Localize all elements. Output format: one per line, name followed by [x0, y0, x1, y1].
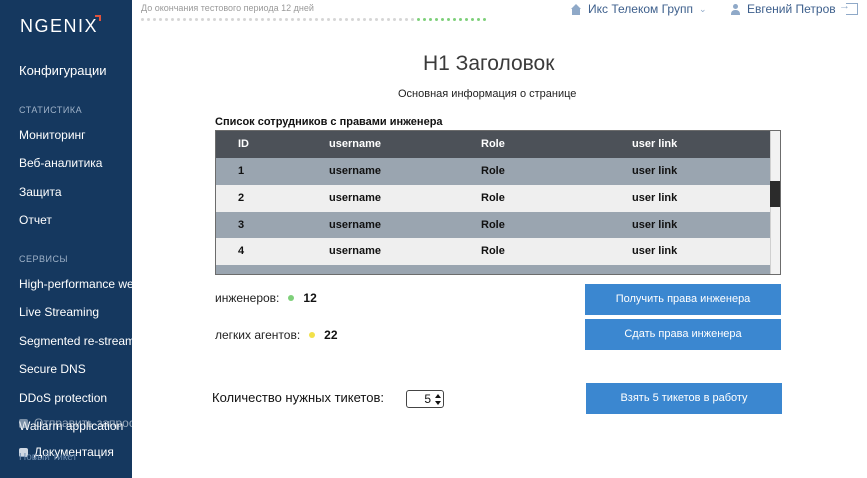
- cell-id: 3: [238, 219, 245, 231]
- table-row-partial: [216, 265, 770, 274]
- company-switcher[interactable]: Икс Телеком Групп ⌄: [570, 2, 707, 16]
- cell-user-link[interactable]: user link: [632, 238, 677, 265]
- status-dot-icon: [288, 295, 295, 301]
- logo-mark-icon: [95, 15, 101, 21]
- engineers-count: 12: [303, 291, 317, 305]
- trial-progress: [141, 18, 486, 21]
- tickets-value: 5: [424, 392, 431, 406]
- agents-count: 22: [324, 328, 338, 342]
- engineers-table: ID username Role user link 1 username Ro…: [215, 130, 781, 275]
- cell-id: 2: [238, 192, 245, 204]
- cell-id: 4: [238, 245, 245, 257]
- table-row[interactable]: 2 username Role user link: [216, 185, 770, 212]
- page-title: H1 Заголовок: [423, 52, 555, 75]
- agents-label: легких агентов:: [215, 328, 301, 342]
- sidebar-item-configurations[interactable]: Конфигурации: [19, 63, 106, 78]
- sidebar-item-live-streaming[interactable]: Live Streaming: [19, 305, 99, 319]
- table-scrollbar-thumb[interactable]: [770, 181, 780, 207]
- stepper-down-icon[interactable]: [435, 401, 441, 405]
- sidebar-item-report[interactable]: Отчет: [19, 213, 52, 227]
- take-tickets-button[interactable]: Взять 5 тикетов в работу: [586, 383, 782, 414]
- cell-role: Role: [481, 219, 505, 231]
- sidebar-item-segmented-restreaming[interactable]: Segmented re-streaming: [19, 334, 132, 348]
- sidebar-item-secure-dns[interactable]: Secure DNS: [19, 362, 86, 376]
- user-menu[interactable]: Евгений Петров: [730, 2, 836, 16]
- stepper-up-icon[interactable]: [435, 394, 441, 398]
- table-row[interactable]: 4 username Role user link: [216, 238, 770, 265]
- page-subtitle: Основная информация о странице: [398, 88, 577, 100]
- sidebar-item-protection[interactable]: Защита: [19, 185, 62, 199]
- cell-user-link[interactable]: user link: [632, 212, 677, 239]
- trial-notice: До окончания тестового периода 12 дней: [141, 3, 314, 13]
- cell-role: Role: [481, 192, 505, 204]
- table-row[interactable]: 3 username Role user link: [216, 212, 770, 239]
- chevron-down-icon: ⌄: [698, 3, 707, 14]
- table-row[interactable]: 1 username Role user link: [216, 158, 770, 185]
- company-name: Икс Телеком Групп: [588, 2, 693, 16]
- table-title: Список сотрудников с правами инженера: [215, 116, 443, 128]
- sidebar-item-high-performance[interactable]: High-performance web: [19, 277, 132, 291]
- send-request-link[interactable]: Отправить запрос: [19, 416, 132, 430]
- table-header: ID username Role user link: [216, 131, 770, 158]
- engineers-label: инженеров:: [215, 291, 280, 305]
- cell-role: Role: [481, 165, 505, 177]
- cell-user-link[interactable]: user link: [632, 185, 677, 212]
- status-dot-icon: [309, 332, 316, 338]
- home-icon: [570, 3, 582, 15]
- section-title-stats: СТАТИСТИКА: [19, 105, 83, 115]
- user-name: Евгений Петров: [747, 2, 836, 16]
- header-user-link[interactable]: user link: [632, 131, 677, 158]
- cell-id: 1: [238, 165, 245, 177]
- header-username[interactable]: username: [329, 131, 381, 158]
- sidebar-item-web-analytics[interactable]: Веб-аналитика: [19, 156, 102, 170]
- header-id[interactable]: ID: [238, 131, 249, 158]
- header-role[interactable]: Role: [481, 131, 505, 158]
- sidebar-item-ddos-protection[interactable]: DDoS protection: [19, 391, 107, 405]
- sidebar-item-monitoring[interactable]: Мониторинг: [19, 128, 86, 142]
- tickets-label: Количество нужных тикетов:: [212, 390, 384, 405]
- ghost-text: Новый тикет: [19, 452, 78, 463]
- logout-icon[interactable]: [839, 0, 858, 15]
- give-engineer-rights-button[interactable]: Сдать права инженера: [585, 319, 781, 350]
- cell-user-link[interactable]: user link: [632, 158, 677, 185]
- engineers-stat: инженеров: 12: [215, 291, 317, 305]
- cell-role: Role: [481, 245, 505, 257]
- cell-username: username: [329, 245, 381, 257]
- mail-icon: [19, 418, 28, 428]
- agents-stat: легких агентов: 22: [215, 328, 338, 342]
- cell-username: username: [329, 219, 381, 231]
- logo[interactable]: NGENIX: [20, 16, 98, 37]
- get-engineer-rights-button[interactable]: Получить права инженера: [585, 284, 781, 315]
- user-icon: [730, 3, 741, 15]
- section-title-services: СЕРВИСЫ: [19, 254, 68, 264]
- send-request-label: Отправить запрос: [34, 416, 132, 430]
- cell-username: username: [329, 165, 381, 177]
- sidebar: NGENIX Конфигурации СТАТИСТИКА Мониторин…: [0, 0, 132, 478]
- cell-username: username: [329, 192, 381, 204]
- tickets-stepper[interactable]: 5: [406, 390, 444, 408]
